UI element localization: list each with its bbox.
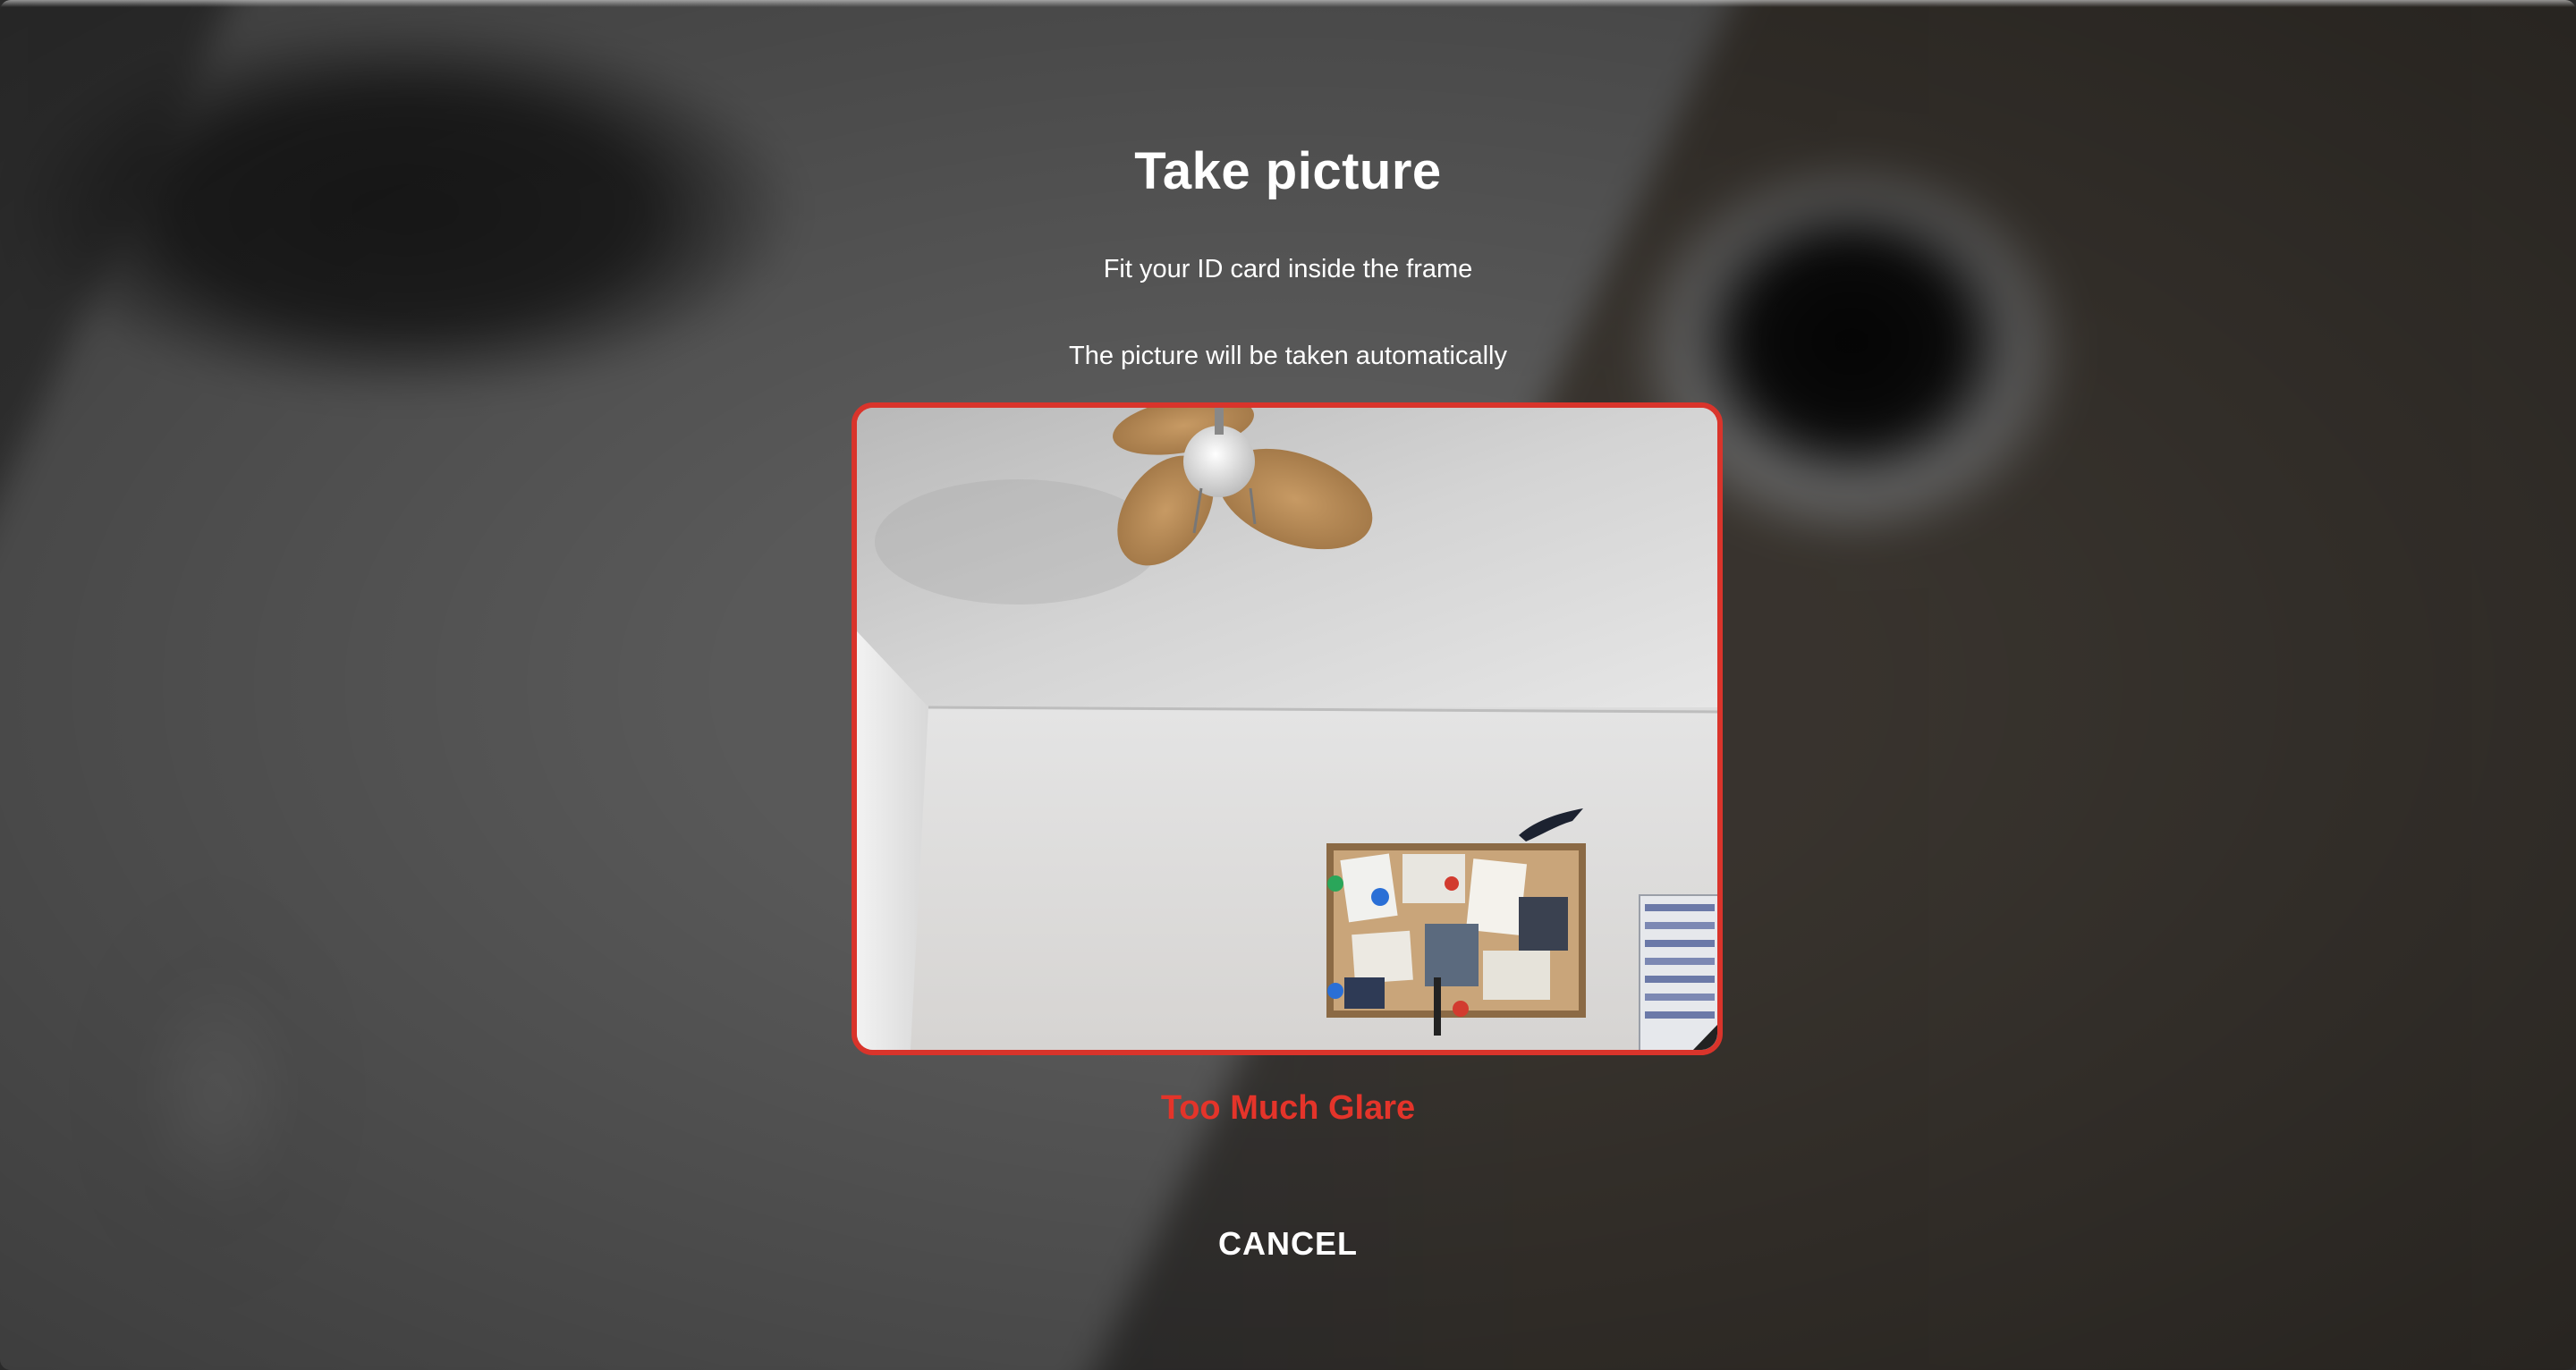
page-title: Take picture xyxy=(1134,142,1442,200)
take-picture-screen: Take picture Fit your ID card inside the… xyxy=(0,0,2576,1370)
camera-preview-frame xyxy=(852,402,1723,1055)
camera-preview-image xyxy=(857,408,1717,1050)
instruction-auto-capture: The picture will be taken automatically xyxy=(1068,342,1507,370)
instruction-fit-card: Fit your ID card inside the frame xyxy=(1103,255,1473,283)
glare-warning: Too Much Glare xyxy=(1160,1089,1416,1127)
cancel-button[interactable]: CANCEL xyxy=(1181,1216,1395,1272)
